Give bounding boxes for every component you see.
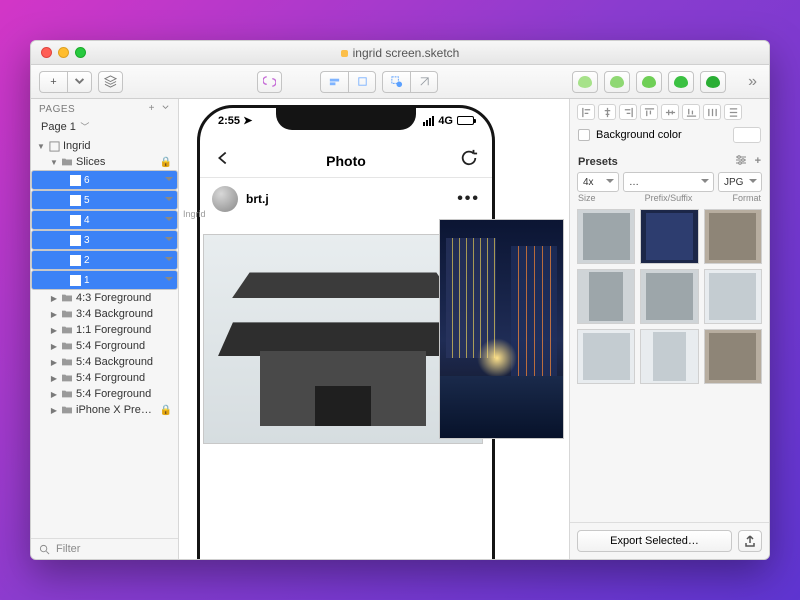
refresh-icon[interactable] xyxy=(460,149,478,172)
lock-icon[interactable]: 🔒 xyxy=(160,157,172,168)
username[interactable]: brt.j xyxy=(246,192,269,206)
thumb[interactable] xyxy=(640,269,698,324)
share-button[interactable] xyxy=(738,530,762,552)
bg-color-label: Background color xyxy=(596,129,682,141)
thumb[interactable] xyxy=(577,209,635,264)
layers-toggle-button[interactable] xyxy=(98,71,123,93)
slice-row[interactable]: 4 xyxy=(31,210,178,230)
toolbar: + » xyxy=(31,65,769,99)
artboard-tag: Ingrid xyxy=(183,209,206,219)
thumb[interactable] xyxy=(577,269,635,324)
more-icon[interactable]: ••• xyxy=(457,190,480,208)
signal-icon xyxy=(423,116,434,126)
back-icon[interactable] xyxy=(214,149,232,172)
edit-tool-1[interactable] xyxy=(382,71,410,93)
slice-row[interactable]: 2 xyxy=(31,250,178,270)
align-vcenter-button[interactable] xyxy=(661,104,679,120)
align-tool-1[interactable] xyxy=(320,71,348,93)
thumb[interactable] xyxy=(577,329,635,384)
filter-row[interactable]: Filter xyxy=(31,538,178,559)
align-tool-2[interactable] xyxy=(348,71,376,93)
presets-settings-icon[interactable] xyxy=(735,155,747,168)
minimize-window-button[interactable] xyxy=(58,47,69,58)
distribute-h-button[interactable] xyxy=(703,104,721,120)
app-window: ingrid screen.sketch + » PAGES xyxy=(30,40,770,560)
format-col-label: Format xyxy=(715,193,761,203)
artboard-row[interactable]: ▼Ingrid xyxy=(31,138,178,154)
group-button[interactable] xyxy=(257,71,282,93)
folder-row[interactable]: ▶4:3 Foreground xyxy=(31,290,178,306)
slice-row[interactable]: 3 xyxy=(31,230,178,250)
layers-sidebar: PAGES + Page 1 ﹀ ▼Ingrid ▼Slices🔒 654321… xyxy=(31,99,179,559)
page-item[interactable]: Page 1 ﹀ xyxy=(31,117,178,136)
align-bottom-button[interactable] xyxy=(682,104,700,120)
inspector-panel: Background color Presets + 4x … JPG Size… xyxy=(569,99,769,559)
filter-placeholder: Filter xyxy=(56,543,80,555)
bg-color-swatch[interactable] xyxy=(733,127,761,143)
iphone-group-row[interactable]: ▶iPhone X Pre…🔒 xyxy=(31,402,178,418)
distribute-v-button[interactable] xyxy=(724,104,742,120)
nav-bar: Photo xyxy=(200,144,492,178)
folder-row[interactable]: ▶5:4 Background xyxy=(31,354,178,370)
pages-menu-icon[interactable] xyxy=(161,103,170,115)
close-window-button[interactable] xyxy=(41,47,52,58)
align-controls xyxy=(570,99,769,123)
format-select[interactable]: JPG xyxy=(718,172,762,192)
thumb[interactable] xyxy=(640,329,698,384)
pages-label: PAGES xyxy=(39,104,75,115)
preview-2[interactable] xyxy=(604,71,630,93)
edit-tool-2[interactable] xyxy=(410,71,438,93)
add-page-icon[interactable]: + xyxy=(149,103,155,115)
preview-3[interactable] xyxy=(636,71,662,93)
align-top-button[interactable] xyxy=(640,104,658,120)
toolbar-overflow-icon[interactable]: » xyxy=(744,73,761,91)
presets-label: Presets xyxy=(578,156,618,168)
window-title: ingrid screen.sketch xyxy=(31,46,769,60)
nav-title: Photo xyxy=(326,153,366,169)
lock-icon[interactable]: 🔒 xyxy=(160,405,172,416)
canvas[interactable]: 2:55 ➤ 4G Photo brt.j ••• xyxy=(179,99,569,559)
preview-5[interactable] xyxy=(700,71,726,93)
folder-row[interactable]: ▶3:4 Background xyxy=(31,306,178,322)
zoom-window-button[interactable] xyxy=(75,47,86,58)
insert-button[interactable]: + xyxy=(39,71,67,93)
folder-row[interactable]: ▶5:4 Forground xyxy=(31,370,178,386)
folder-row[interactable]: ▶5:4 Forground xyxy=(31,338,178,354)
avatar[interactable] xyxy=(212,186,238,212)
thumb[interactable] xyxy=(704,209,762,264)
slice-image-city[interactable] xyxy=(439,219,564,439)
battery-icon xyxy=(457,116,474,125)
folder-row[interactable]: ▶1:1 Foreground xyxy=(31,322,178,338)
slice-row[interactable]: 6 xyxy=(31,170,178,190)
slice-row[interactable]: 5 xyxy=(31,190,178,210)
slices-group-row[interactable]: ▼Slices🔒 xyxy=(31,154,178,170)
preview-1[interactable] xyxy=(572,71,598,93)
align-left-button[interactable] xyxy=(577,104,595,120)
export-selected-button[interactable]: Export Selected… xyxy=(577,530,732,552)
align-right-button[interactable] xyxy=(619,104,637,120)
post-header: brt.j ••• xyxy=(200,180,492,218)
thumb[interactable] xyxy=(704,269,762,324)
slice-row[interactable]: 1 xyxy=(31,270,178,290)
add-preset-icon[interactable]: + xyxy=(755,155,761,168)
export-thumbnails xyxy=(570,207,769,522)
status-bar: 2:55 ➤ 4G xyxy=(200,114,492,127)
size-select[interactable]: 4x xyxy=(577,172,619,192)
bg-color-checkbox[interactable] xyxy=(578,129,590,141)
titlebar: ingrid screen.sketch xyxy=(31,41,769,65)
prefix-select[interactable]: … xyxy=(623,172,714,192)
filter-icon xyxy=(39,544,50,555)
location-icon: ➤ xyxy=(243,115,252,127)
thumb[interactable] xyxy=(704,329,762,384)
preview-4[interactable] xyxy=(668,71,694,93)
layers-list: ▼Ingrid ▼Slices🔒 654321 ▶4:3 Foreground▶… xyxy=(31,136,178,538)
thumb[interactable] xyxy=(640,209,698,264)
size-col-label: Size xyxy=(578,193,622,203)
folder-row[interactable]: ▶5:4 Foreground xyxy=(31,386,178,402)
insert-menu-button[interactable] xyxy=(67,71,92,93)
prefix-col-label: Prefix/Suffix xyxy=(622,193,715,203)
align-hcenter-button[interactable] xyxy=(598,104,616,120)
